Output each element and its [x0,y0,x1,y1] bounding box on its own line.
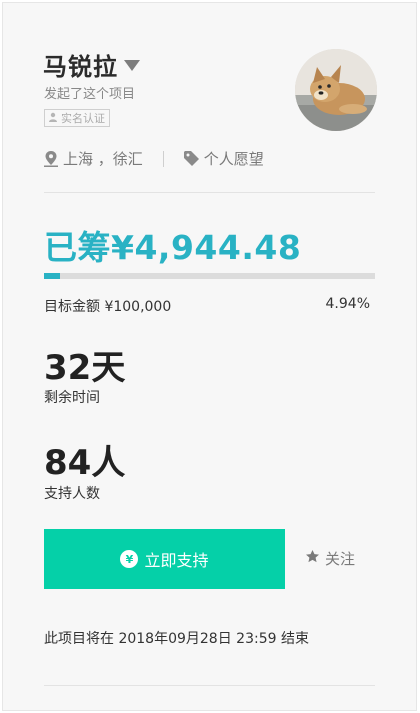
creator-subtitle: 发起了这个项目 [44,87,136,102]
category-tag[interactable]: 个人愿望 [204,148,264,169]
days-remaining-value: 32天 [44,348,126,388]
section-divider [44,192,375,193]
creator-header[interactable]: 马锐拉 [43,47,140,82]
progress-fill [44,273,61,279]
project-card: 马锐拉 发起了这个项目 实名认证 上海 ，徐汇 个人愿望 已筹¥4,944.48… [2,2,417,711]
verified-badge: 实名认证 [44,109,110,127]
user-icon [48,112,58,125]
funding-progress-bar [44,273,375,279]
follow-label: 关注 [325,550,356,568]
raised-amount: 已筹¥4,944.48 [44,228,302,267]
verified-label: 实名认证 [61,112,105,125]
funding-percent: 4.94% [325,296,370,312]
backers-value: 84人 [44,443,126,483]
location-text: 上海 ，徐汇 [63,150,143,168]
bottom-divider [44,685,375,686]
project-meta: 上海 ，徐汇 个人愿望 [44,148,264,169]
goal-amount: 目标金额 ¥100,000 [44,299,172,315]
support-button[interactable]: ¥ 立即支持 [44,529,285,589]
avatar[interactable] [295,49,377,131]
support-button-label: 立即支持 [144,551,209,570]
meta-divider [162,150,164,167]
location-pin-icon [44,150,58,167]
tag-icon [183,151,199,166]
follow-button[interactable]: 关注 [305,548,355,569]
end-date-text: 此项目将在 2018年09月28日 23:59 结束 [44,631,309,647]
backers-label: 支持人数 [44,486,100,502]
star-icon [305,549,320,568]
yen-coin-icon: ¥ [120,550,139,568]
days-remaining-label: 剩余时间 [44,390,100,406]
creator-name[interactable]: 马锐拉 [43,47,118,82]
chevron-down-icon[interactable] [124,60,140,71]
